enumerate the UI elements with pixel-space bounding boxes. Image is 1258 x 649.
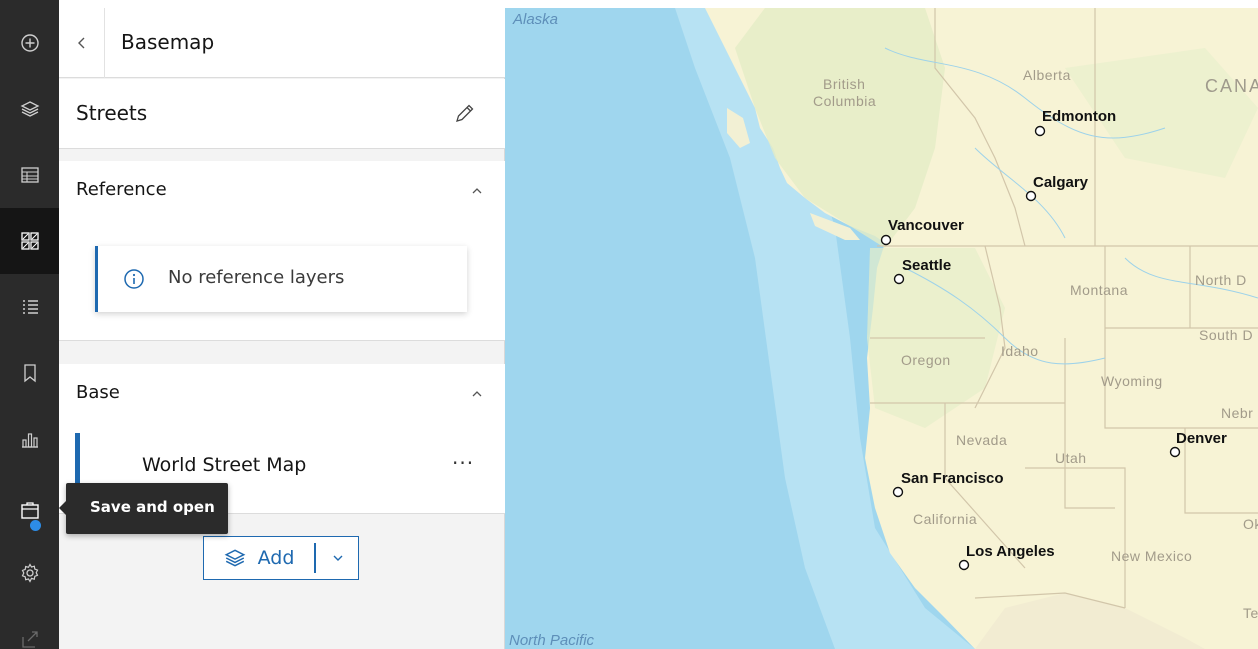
region-label: South D xyxy=(1199,327,1253,343)
region-label: Oregon xyxy=(901,352,951,368)
pencil-icon xyxy=(456,104,474,122)
city-marker xyxy=(893,273,905,285)
region-label: Montana xyxy=(1070,282,1128,298)
panel-title: Basemap xyxy=(121,30,215,54)
chevron-up-icon xyxy=(472,391,482,397)
save-open-icon xyxy=(20,502,39,519)
charts-icon xyxy=(21,433,38,448)
region-label: North D xyxy=(1195,272,1247,288)
collapse-reference-button[interactable] xyxy=(467,181,487,201)
city-label: Edmonton xyxy=(1042,108,1116,125)
basemap-panel: Basemap Streets Reference No reference l… xyxy=(59,8,505,649)
region-label: Te xyxy=(1243,605,1258,621)
city-marker xyxy=(958,559,970,571)
city-label: Denver xyxy=(1176,430,1227,447)
tables-action[interactable] xyxy=(0,142,59,208)
add-button-label: Add xyxy=(257,547,295,569)
city-label: Vancouver xyxy=(888,217,964,234)
layers-icon xyxy=(224,549,245,567)
reference-title: Reference xyxy=(76,179,167,200)
save-open-tooltip: Save and open xyxy=(59,483,228,534)
legend-action[interactable] xyxy=(0,274,59,340)
tables-icon xyxy=(20,167,39,183)
city-marker xyxy=(1025,190,1037,202)
add-icon xyxy=(20,34,39,52)
reference-section: Reference No reference layers xyxy=(59,161,505,341)
layers-icon xyxy=(20,101,39,117)
region-label: Ok xyxy=(1243,516,1258,532)
region-label: Utah xyxy=(1055,450,1087,466)
base-title: Base xyxy=(76,382,120,403)
settings-action[interactable] xyxy=(0,540,59,606)
basemap-action[interactable] xyxy=(0,208,59,274)
tooltip-text: Save and open xyxy=(90,498,215,516)
basemap-icon xyxy=(20,232,39,250)
edit-basemap-button[interactable] xyxy=(453,101,479,127)
city-label: Los Angeles xyxy=(966,543,1055,560)
add-split-button: Add xyxy=(203,536,359,580)
chevron-left-icon xyxy=(77,37,84,49)
back-button[interactable] xyxy=(59,8,105,78)
bookmarks-action[interactable] xyxy=(0,340,59,406)
notification-dot xyxy=(30,520,41,531)
base-layer-name: World Street Map xyxy=(142,454,307,476)
settings-icon xyxy=(21,563,38,583)
city-label: Calgary xyxy=(1033,174,1089,191)
region-label: Alberta xyxy=(1023,67,1071,83)
region-label: California xyxy=(913,511,977,527)
layers-action[interactable] xyxy=(0,76,59,142)
split-divider xyxy=(314,543,316,573)
add-action[interactable] xyxy=(0,10,59,76)
water-label-north-pacific: North Pacific xyxy=(509,632,595,649)
region-label: Idaho xyxy=(1001,343,1039,359)
legend-icon xyxy=(22,300,38,314)
notice-text: No reference layers xyxy=(168,267,345,288)
current-basemap-title: Streets xyxy=(76,101,148,125)
layer-options-button[interactable]: ··· xyxy=(452,451,482,481)
chevron-down-icon xyxy=(333,555,343,561)
region-label: Columbia xyxy=(813,93,876,109)
city-label: Seattle xyxy=(902,257,951,274)
collapse-base-button[interactable] xyxy=(467,384,487,404)
country-label: CANA xyxy=(1205,76,1258,96)
bookmarks-icon xyxy=(23,364,36,383)
map-canvas[interactable]: Alaska North Pacific British Columbia Al… xyxy=(505,8,1258,649)
share-action[interactable] xyxy=(0,606,59,649)
city-label: San Francisco xyxy=(901,470,1004,487)
save-open-action[interactable] xyxy=(0,478,59,544)
panel-header: Basemap xyxy=(59,8,505,78)
region-label: Wyoming xyxy=(1101,373,1163,389)
share-icon xyxy=(21,631,38,648)
map-view[interactable]: Alaska North Pacific British Columbia Al… xyxy=(505,8,1258,649)
region-label: New Mexico xyxy=(1111,548,1192,564)
add-dropdown-button[interactable] xyxy=(317,537,359,579)
current-basemap: Streets xyxy=(59,79,505,149)
region-label: Nebr xyxy=(1221,405,1253,421)
city-marker xyxy=(1169,446,1181,458)
info-icon xyxy=(124,269,144,289)
city-marker xyxy=(892,486,904,498)
add-button[interactable]: Add xyxy=(204,537,314,579)
city-marker xyxy=(880,234,892,246)
no-reference-notice: No reference layers xyxy=(95,246,467,312)
region-label: British xyxy=(823,76,865,92)
action-bar xyxy=(0,0,59,649)
charts-action[interactable] xyxy=(0,406,59,472)
region-label: Nevada xyxy=(956,432,1007,448)
water-label-alaska: Alaska xyxy=(512,11,558,28)
city-marker xyxy=(1034,125,1046,137)
chevron-up-icon xyxy=(472,188,482,194)
